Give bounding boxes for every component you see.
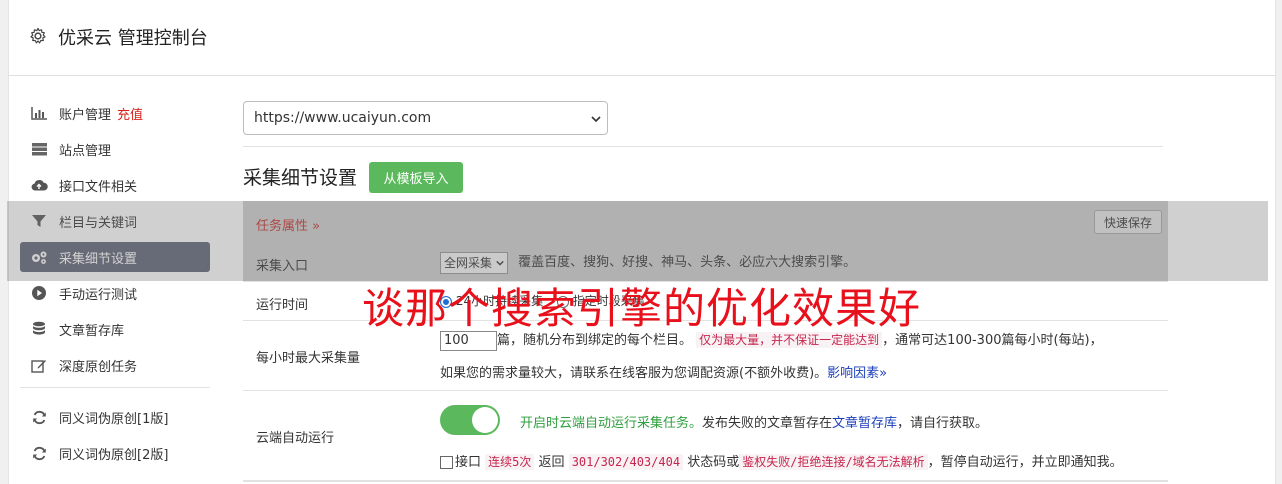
sidebar-item-synonym-v2[interactable]: 同义词伪原创[2版] bbox=[20, 438, 210, 468]
sidebar-item-label: 手动运行测试 bbox=[59, 287, 138, 303]
article-store-link[interactable]: 文章暂存库 bbox=[832, 416, 897, 431]
max-per-hour-text3: 如果您的需求量较大，请联系在线客服为您调配资源(不额外收费)。 bbox=[440, 366, 828, 381]
app-title: 优采云 管理控制台 bbox=[58, 28, 208, 49]
cloud-auto-description: 开启时云端自动运行采集任务。发布失败的文章暂存在文章暂存库，请自行获取。 bbox=[520, 412, 988, 431]
import-from-template-button[interactable]: 从模板导入 bbox=[369, 162, 463, 193]
sidebar-item-label: 同义词伪原创[2版] bbox=[59, 447, 169, 463]
gear-icon bbox=[30, 27, 46, 44]
notify-checkbox[interactable] bbox=[440, 456, 453, 469]
cloud-auto-row: 云端自动运行 开启时云端自动运行采集任务。发布失败的文章暂存在文章暂存库，请自行… bbox=[243, 391, 1168, 482]
sidebar-item-account[interactable]: 账户管理 充值 bbox=[20, 98, 210, 128]
run-time-label: 运行时间 bbox=[256, 298, 309, 313]
recharge-link[interactable]: 充值 bbox=[117, 104, 143, 123]
notify-text3: 返回 bbox=[538, 455, 565, 470]
notify-text4: 状态码或 bbox=[687, 455, 740, 470]
refresh-icon bbox=[30, 445, 48, 461]
influence-factors-link[interactable]: 影响因素» bbox=[827, 366, 887, 381]
sidebar-item-label: 接口文件相关 bbox=[59, 179, 138, 195]
sidebar-item-label: 同义词伪原创[1版] bbox=[59, 411, 169, 427]
notify-check-label: 接口 bbox=[455, 455, 482, 470]
play-circle-icon bbox=[30, 285, 48, 301]
warn-consecutive: 连续5次 bbox=[485, 454, 535, 470]
sidebar: 账户管理 充值 站点管理 接口文件相关 栏目与关键词 采集细节设置 手动运行测试 bbox=[20, 98, 210, 474]
header-bar: 优采云 管理控制台 bbox=[9, 0, 1275, 76]
sidebar-item-sites[interactable]: 站点管理 bbox=[20, 134, 210, 164]
sidebar-item-label: 文章暂存库 bbox=[59, 323, 125, 339]
max-per-hour-line2: 如果您的需求量较大，请联系在线客服为您调配资源(不额外收费)。影响因素» bbox=[440, 362, 887, 381]
cloud-upload-icon bbox=[30, 177, 48, 193]
cloud-auto-text1: 发布失败的文章暂存在 bbox=[702, 416, 833, 431]
section-title: 采集细节设置 bbox=[243, 167, 358, 189]
refresh-icon bbox=[30, 409, 48, 425]
edit-icon bbox=[30, 357, 48, 373]
sidebar-item-synonym-v1[interactable]: 同义词伪原创[1版] bbox=[20, 402, 210, 432]
cloud-auto-text2: ，请自行获取。 bbox=[897, 416, 989, 431]
overlay-headline: 谈那个搜索引擎的优化效果好 bbox=[362, 284, 922, 333]
sidebar-item-label: 站点管理 bbox=[59, 143, 112, 159]
max-per-hour-label: 每小时最大采集量 bbox=[256, 351, 361, 366]
sidebar-item-label: 深度原创任务 bbox=[59, 359, 138, 375]
cloud-auto-label: 云端自动运行 bbox=[256, 431, 335, 446]
sidebar-item-deep-original[interactable]: 深度原创任务 bbox=[20, 350, 210, 380]
site-select-value: https://www.ucaiyun.com bbox=[254, 110, 432, 126]
sidebar-item-interface[interactable]: 接口文件相关 bbox=[20, 170, 210, 200]
cloud-auto-toggle[interactable] bbox=[440, 405, 500, 435]
toggle-knob bbox=[472, 407, 498, 433]
notify-text5: ，暂停自动运行，并立即通知我。 bbox=[927, 455, 1123, 470]
divider bbox=[243, 146, 1163, 147]
sidebar-item-manual-run[interactable]: 手动运行测试 bbox=[20, 278, 210, 308]
site-select[interactable]: https://www.ucaiyun.com bbox=[243, 101, 608, 135]
warn-auth-failure: 鉴权失败/拒绝连接/域名无法解析 bbox=[739, 454, 928, 470]
bar-chart-icon bbox=[30, 105, 48, 121]
cloud-auto-green-text: 开启时云端自动运行采集任务。 bbox=[520, 416, 703, 431]
cloud-auto-notify: 接口 连续5次 返回 301/302/403/404 状态码或 鉴权失败/拒绝连接… bbox=[440, 451, 1165, 470]
sidebar-item-article-store[interactable]: 文章暂存库 bbox=[20, 314, 210, 344]
database-icon bbox=[30, 321, 48, 337]
sidebar-item-label: 账户管理 bbox=[59, 107, 112, 123]
warn-status-codes: 301/302/403/404 bbox=[568, 454, 684, 470]
dim-overlay bbox=[7, 201, 1268, 281]
server-icon bbox=[30, 141, 48, 157]
chevron-down-icon bbox=[591, 116, 601, 123]
sidebar-divider bbox=[20, 387, 210, 388]
